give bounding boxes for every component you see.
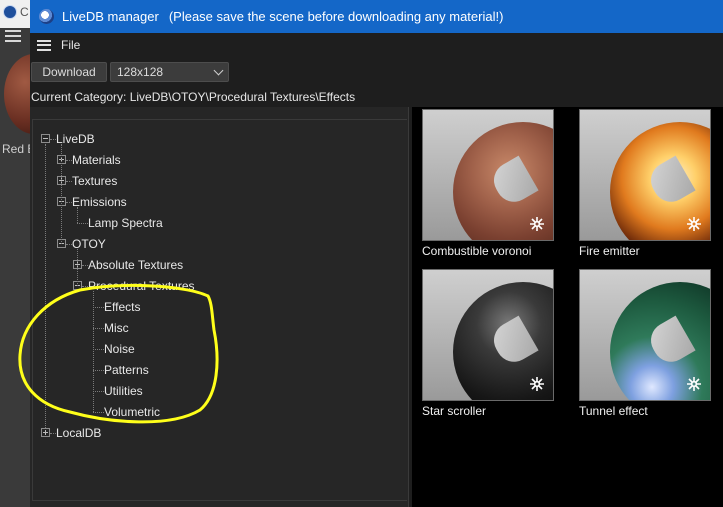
tree-connector (93, 349, 104, 350)
material-card[interactable]: Fire emitter (579, 109, 711, 264)
tree-item-materials[interactable]: Materials (72, 151, 121, 169)
tree-connector (93, 328, 104, 329)
material-grid: Combustible voronoi Fire emitter Star scro… (412, 107, 723, 507)
tree-item-utilities[interactable]: Utilities (104, 382, 143, 400)
octane-logo-icon (687, 377, 701, 391)
toolbar: Download 128x128 (30, 57, 723, 87)
window-titlebar: LiveDB manager (Please save the scene be… (30, 0, 723, 33)
tree-connector (93, 307, 104, 308)
window-subtitle: (Please save the scene before downloadin… (168, 9, 504, 24)
tree-item-procedural-textures[interactable]: Procedural Textures (88, 277, 195, 295)
background-menu-icon[interactable] (5, 30, 21, 42)
cinema4d-logo-icon (3, 5, 17, 19)
material-thumbnail[interactable] (422, 109, 554, 241)
octane-logo-icon (530, 217, 544, 231)
material-label: Tunnel effect (579, 404, 648, 418)
tree-item-patterns[interactable]: Patterns (104, 361, 149, 379)
category-tree-panel[interactable]: LiveDB Materials Textures Emissions Lamp Spe… (30, 107, 409, 507)
tree-item-volumetric[interactable]: Volumetric (104, 403, 160, 421)
tree-item-emissions[interactable]: Emissions (72, 193, 127, 211)
octane-logo-icon (530, 377, 544, 391)
material-label: Star scroller (422, 404, 487, 418)
tree-connector (93, 370, 104, 371)
resolution-select[interactable]: 128x128 (110, 62, 229, 82)
current-category: Current Category: LiveDB\OTOY\Procedural… (31, 90, 356, 104)
tree-guide-line (93, 291, 94, 412)
background-app-titlebar: C (0, 0, 30, 28)
octane-logo-icon (687, 217, 701, 231)
collapse-icon[interactable] (41, 134, 50, 143)
material-thumbnail[interactable] (422, 269, 554, 401)
window-title: LiveDB manager (62, 9, 159, 24)
menu-file[interactable]: File (61, 38, 80, 52)
material-thumbnail[interactable] (579, 109, 711, 241)
hamburger-menu-icon[interactable] (37, 39, 51, 51)
tree-connector (77, 223, 88, 224)
tree-item-textures[interactable]: Textures (72, 172, 117, 190)
tree-item-noise[interactable]: Noise (104, 340, 135, 358)
resolution-select-value: 128x128 (117, 65, 164, 79)
background-material-thumbnail[interactable] (0, 52, 30, 138)
livedb-manager-window: LiveDB manager (Please save the scene be… (30, 0, 723, 507)
tree-item-lamp-spectra[interactable]: Lamp Spectra (88, 214, 163, 232)
tree-guide-line (45, 144, 46, 428)
tree-item-absolute-textures[interactable]: Absolute Textures (88, 256, 183, 274)
chevron-down-icon (213, 65, 224, 75)
tree-guide-line (77, 207, 78, 223)
octane-app-icon (39, 9, 54, 24)
material-label: Fire emitter (579, 244, 640, 258)
category-tree[interactable]: LiveDB Materials Textures Emissions Lamp Spe… (32, 119, 407, 501)
tree-connector (93, 412, 104, 413)
material-thumbnail[interactable] (579, 269, 711, 401)
material-card[interactable]: Tunnel effect (579, 269, 711, 424)
tree-item-misc[interactable]: Misc (104, 319, 129, 337)
background-app-title: C (20, 5, 29, 19)
tree-item-effects[interactable]: Effects (104, 298, 140, 316)
material-label: Combustible voronoi (422, 244, 532, 258)
tree-guide-line (77, 249, 78, 286)
download-button[interactable]: Download (31, 62, 107, 82)
tree-guide-line (61, 144, 62, 244)
material-card[interactable]: Combustible voronoi (422, 109, 554, 264)
material-card[interactable]: Star scroller (422, 269, 554, 424)
expand-icon[interactable] (41, 428, 50, 437)
tree-item-localdb[interactable]: LocalDB (56, 424, 101, 442)
menubar: File (30, 33, 723, 57)
tree-connector (93, 391, 104, 392)
